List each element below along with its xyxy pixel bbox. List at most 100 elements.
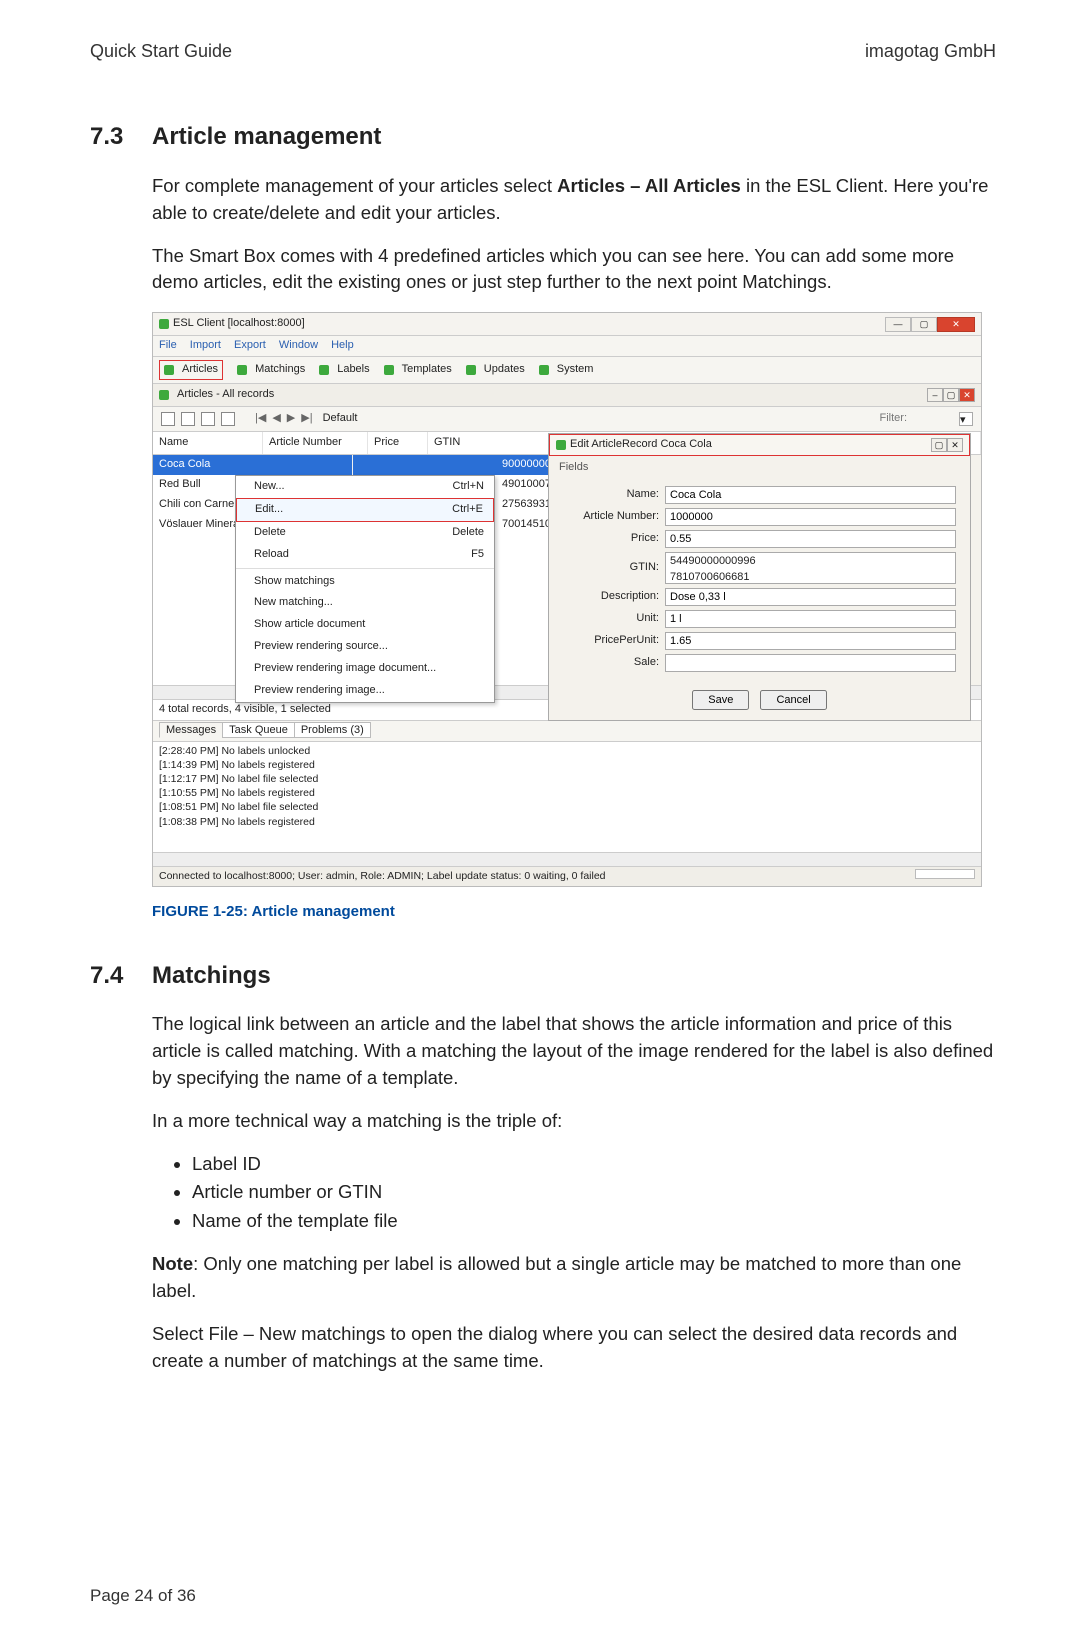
col-name[interactable]: Name <box>153 432 263 454</box>
sub-close-button[interactable]: ✕ <box>959 388 975 402</box>
progress-bar <box>915 869 975 879</box>
ctx-preview-rendering-source[interactable]: Preview rendering source... <box>236 636 494 658</box>
window-title: ESL Client [localhost:8000] <box>173 316 885 332</box>
filter-dropdown-icon[interactable]: ▾ <box>959 412 973 426</box>
log-line: [1:14:39 PM] No labels registered <box>159 758 975 772</box>
section-title-74: Matchings <box>152 959 271 994</box>
close-button[interactable]: ✕ <box>937 317 975 332</box>
section-number-73: 7.3 <box>90 120 152 155</box>
fld-description[interactable] <box>665 588 956 606</box>
dialog-title: Edit ArticleRecord Coca Cola <box>570 437 931 453</box>
main-tabbar: Articles Matchings Labels Templates Upda… <box>153 357 981 384</box>
fld-gtin[interactable]: 54490000000996 7810700606681 <box>665 552 956 584</box>
save-button[interactable]: Save <box>692 690 749 710</box>
window-titlebar: ESL Client [localhost:8000] — ▢ ✕ <box>153 313 981 336</box>
connection-status: Connected to localhost:8000; User: admin… <box>159 869 606 884</box>
lbl-price: Price: <box>563 531 659 547</box>
para-74-2: In a more technical way a matching is th… <box>152 1108 996 1135</box>
table-row[interactable]: Coca Cola <box>153 455 548 475</box>
ctx-preview-rendering-image-document[interactable]: Preview rendering image document... <box>236 658 494 680</box>
tab-dot-icon <box>164 365 174 375</box>
ctx-delete[interactable]: DeleteDelete <box>236 522 494 544</box>
lbl-gtin: GTIN: <box>563 560 659 576</box>
tab-dot-icon <box>319 365 329 375</box>
ctx-show-matchings[interactable]: Show matchings <box>236 571 494 593</box>
tab-messages[interactable]: Messages <box>159 722 223 738</box>
ctx-new[interactable]: New...Ctrl+N <box>236 476 494 498</box>
cancel-button[interactable]: Cancel <box>760 690 826 710</box>
log-line: [1:08:51 PM] No label file selected <box>159 800 975 814</box>
horizontal-scrollbar[interactable] <box>153 852 981 866</box>
para-73-2: The Smart Box comes with 4 predefined ar… <box>152 243 996 297</box>
ctx-reload[interactable]: ReloadF5 <box>236 544 494 566</box>
fld-article-number[interactable] <box>665 508 956 526</box>
menu-help[interactable]: Help <box>331 339 354 351</box>
dialog-icon <box>556 440 566 450</box>
tab-dot-icon <box>466 365 476 375</box>
menu-window[interactable]: Window <box>279 339 318 351</box>
tool-refresh-icon[interactable] <box>221 412 235 426</box>
subwindow-icon <box>159 390 169 400</box>
ctx-preview-rendering-image[interactable]: Preview rendering image... <box>236 680 494 702</box>
toolbar: |◀ ◀ ▶ ▶| Default Filter: ▾ <box>153 407 981 432</box>
fld-unit[interactable] <box>665 610 956 628</box>
tab-dot-icon <box>384 365 394 375</box>
bottom-tabs: MessagesTask QueueProblems (3) <box>153 720 981 742</box>
doc-header-left: Quick Start Guide <box>90 38 232 64</box>
tool-edit-icon[interactable] <box>181 412 195 426</box>
fld-price[interactable] <box>665 530 956 548</box>
para-74-3: Select File – New matchings to open the … <box>152 1321 996 1375</box>
tool-delete-icon[interactable] <box>201 412 215 426</box>
dlg-maximize-button[interactable]: ▢ <box>931 438 947 452</box>
sub-maximize-button[interactable]: ▢ <box>943 388 959 402</box>
lbl-name: Name: <box>563 487 659 503</box>
tab-dot-icon <box>237 365 247 375</box>
tab-task-queue[interactable]: Task Queue <box>222 722 295 738</box>
ctx-new-matching[interactable]: New matching... <box>236 592 494 614</box>
section-title-73: Article management <box>152 120 381 155</box>
fld-price-per-unit[interactable] <box>665 632 956 650</box>
tab-updates[interactable]: Updates <box>466 362 525 378</box>
minimize-button[interactable]: — <box>885 317 911 332</box>
tool-new-icon[interactable] <box>161 412 175 426</box>
nav-next-icon[interactable]: ▶ <box>287 411 295 427</box>
col-price[interactable]: Price <box>368 432 428 454</box>
menu-export[interactable]: Export <box>234 339 266 351</box>
nav-last-icon[interactable]: ▶| <box>301 411 312 427</box>
log-area: [2:28:40 PM] No labels unlocked [1:14:39… <box>153 742 981 852</box>
nav-prev-icon[interactable]: ◀ <box>272 411 280 427</box>
tab-labels[interactable]: Labels <box>319 362 369 378</box>
log-line: [1:10:55 PM] No labels registered <box>159 786 975 800</box>
menu-import[interactable]: Import <box>190 339 221 351</box>
figure-caption: FIGURE 1-25: Article management <box>152 901 996 923</box>
ctx-show-article-document[interactable]: Show article document <box>236 614 494 636</box>
tab-templates[interactable]: Templates <box>384 362 452 378</box>
nav-first-icon[interactable]: |◀ <box>255 411 266 427</box>
dlg-close-button[interactable]: ✕ <box>947 438 963 452</box>
menu-file[interactable]: File <box>159 339 177 351</box>
tab-matchings[interactable]: Matchings <box>237 362 305 378</box>
filter-label: Filter: <box>880 411 908 427</box>
page-footer: Page 24 of 36 <box>90 1584 196 1609</box>
tab-articles[interactable]: Articles <box>159 360 223 380</box>
section-number-74: 7.4 <box>90 959 152 994</box>
doc-header-right: imagotag GmbH <box>865 38 996 64</box>
sub-minimize-button[interactable]: – <box>927 388 943 402</box>
tab-problems[interactable]: Problems (3) <box>294 722 371 738</box>
pager-label: Default <box>323 411 358 427</box>
lbl-description: Description: <box>563 589 659 605</box>
matching-triple-list: Label ID Article number or GTIN Name of … <box>192 1151 996 1235</box>
list-item: Article number or GTIN <box>192 1179 996 1206</box>
app-status-icon <box>159 319 169 329</box>
tab-system[interactable]: System <box>539 362 594 378</box>
edit-dialog: Edit ArticleRecord Coca Cola ▢ ✕ Fields … <box>548 433 971 721</box>
fld-name[interactable] <box>665 486 956 504</box>
col-article-number[interactable]: Article Number <box>263 432 368 454</box>
list-item: Label ID <box>192 1151 996 1178</box>
ctx-edit[interactable]: Edit...Ctrl+E <box>236 498 494 522</box>
list-item: Name of the template file <box>192 1208 996 1235</box>
lbl-price-per-unit: PricePerUnit: <box>563 633 659 649</box>
maximize-button[interactable]: ▢ <box>911 317 937 332</box>
figure-screenshot: ESL Client [localhost:8000] — ▢ ✕ File I… <box>152 312 982 887</box>
fld-sale[interactable] <box>665 654 956 672</box>
